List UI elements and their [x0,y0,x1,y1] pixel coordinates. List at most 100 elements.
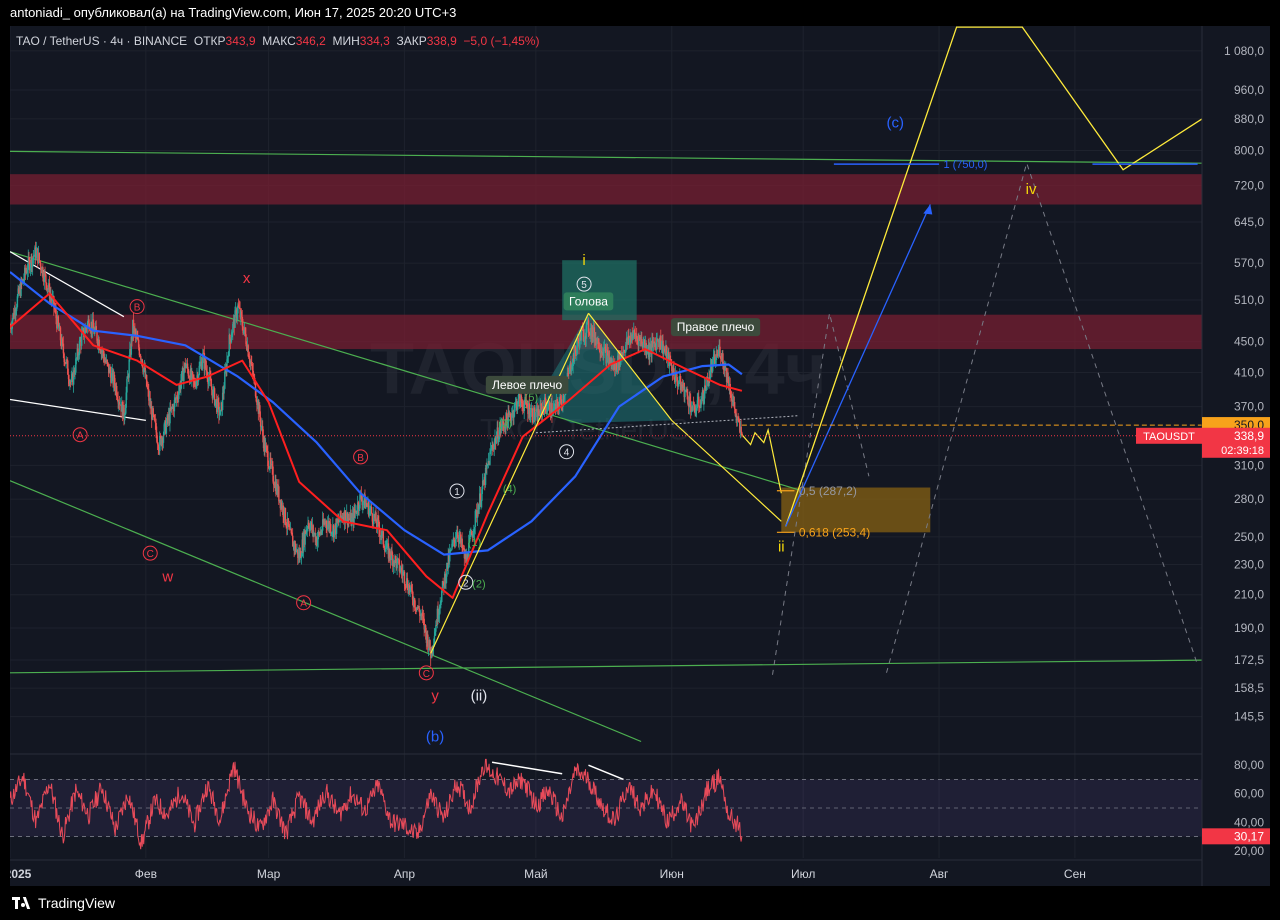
legend-close-label: ЗАКР [396,34,427,48]
candle-body [580,330,582,341]
candle-body [35,248,38,259]
candle-body [33,255,35,258]
candle-body [198,365,200,375]
price-tick-19: 145,5 [1234,710,1264,724]
rsi-tick-3: 20,00 [1234,844,1264,858]
wave-label-4: w [161,568,173,585]
candle-body [290,529,293,534]
channel-bottom-line [10,659,1203,674]
price-tick-16: 190,0 [1234,621,1264,635]
price-tick-7: 510,0 [1234,293,1264,307]
legend-symbol: TAO / TetherUS · 4ч · BINANCE [16,34,188,48]
price-chart-svg[interactable]: TAOUSDT, 4чTAO / TetherUS0,5 (287,2)0,61… [10,26,1270,886]
candle [396,554,398,576]
price-tick-10: 370,0 [1234,400,1264,414]
wave-label-0: x [243,270,251,287]
pattern-label-1: Голова [569,294,608,308]
candle-body [278,486,280,502]
yellow-zigzag-line [741,427,782,494]
rsi-divergence-b [588,764,624,781]
candle-body [107,362,109,364]
wave-label-7: C [423,669,430,680]
price-tick-3: 800,0 [1234,144,1264,158]
candle [486,458,488,475]
wave-label-13: 5 [581,280,587,291]
yellow-projection-line [785,26,1203,527]
time-tick-4: Май [524,867,548,881]
chart-area[interactable]: TAO / TetherUS · 4ч · BINANCE ОТКР343,9 … [10,26,1270,886]
candle-body [128,359,130,378]
candle-body [224,371,226,389]
legend-high-label: МАКС [262,34,296,48]
price-tick-8: 450,0 [1234,335,1264,349]
legend-low: 334,3 [359,34,390,48]
symbol-badge-label: TAOUSDT [1143,431,1195,443]
time-tick-8: Сен [1064,867,1086,881]
rsi-badge-value: 30,17 [1234,829,1264,843]
fib-label-1: 0,618 (253,4) [799,525,870,539]
time-tick-7: Авг [930,867,949,881]
price-tick-4: 720,0 [1234,179,1264,193]
time-tick-2: Мар [257,867,281,881]
candle-body [560,399,563,406]
candle-body [45,274,47,283]
publisher-line: antoniadi_ опубликовал(а) на TradingView… [0,0,1280,26]
pattern-label-2: Правое плечо [677,320,755,334]
candle-body [62,343,65,354]
wave-label-23: (b) [426,729,444,746]
wave-label-16: (3) [498,418,511,430]
blue-arrow-head [923,204,933,215]
wave-label-9: (ii) [471,688,488,705]
candle-body [230,337,233,343]
candle-body [124,414,126,421]
price-tick-17: 172,5 [1234,653,1264,667]
candle [423,612,425,637]
candle-body [719,346,721,357]
candle-body [687,395,689,404]
price-tick-2: 880,0 [1234,112,1264,126]
candle [152,405,154,421]
scenario-dashed-1 [886,161,1199,673]
candle [119,397,122,406]
legend-open: 343,9 [225,34,256,48]
candle-body [549,402,551,415]
candle-body [126,378,128,393]
wave-label-6: A [300,599,307,610]
time-tick-0: 2025 [10,867,32,881]
candle-body [38,252,41,261]
channel-top-line [10,150,1203,164]
candle [35,241,38,261]
footer-bar: TradingView [0,886,1280,920]
rsi-tick-1: 60,00 [1234,787,1264,801]
wave-label-19: i [582,252,585,269]
price-badge-value: 338,9 [1234,429,1264,443]
candle [181,371,183,389]
candle-body [165,423,168,434]
price-tick-14: 230,0 [1234,558,1264,572]
candle-body [229,334,231,340]
price-tick-5: 645,0 [1234,215,1264,229]
candle-body [733,402,736,409]
candle-body [740,426,742,433]
time-tick-1: Фев [135,867,157,881]
wave-label-11: 2 [463,578,469,589]
brand-name: TradingView [38,895,116,911]
candle-body [649,348,651,358]
wave-label-14: (1) [468,537,481,549]
candle-body [282,505,284,517]
price-tick-15: 210,0 [1234,588,1264,602]
wave-label-2: A [77,431,84,442]
candle-body [259,417,262,427]
wave-label-8: y [431,688,439,705]
candle-body [78,341,81,356]
tradingview-logo[interactable]: TradingView [12,886,115,920]
time-tick-6: Июл [791,867,815,881]
candle-body [531,408,534,420]
wave-label-21: iv [1026,181,1037,198]
time-tick-3: Апр [394,867,416,881]
candle [449,543,451,568]
candle [487,452,490,469]
price-tick-1: 960,0 [1234,83,1264,97]
rsi-divergence-a [491,761,563,775]
legend-change: −5,0 (−1,45%) [463,34,540,48]
